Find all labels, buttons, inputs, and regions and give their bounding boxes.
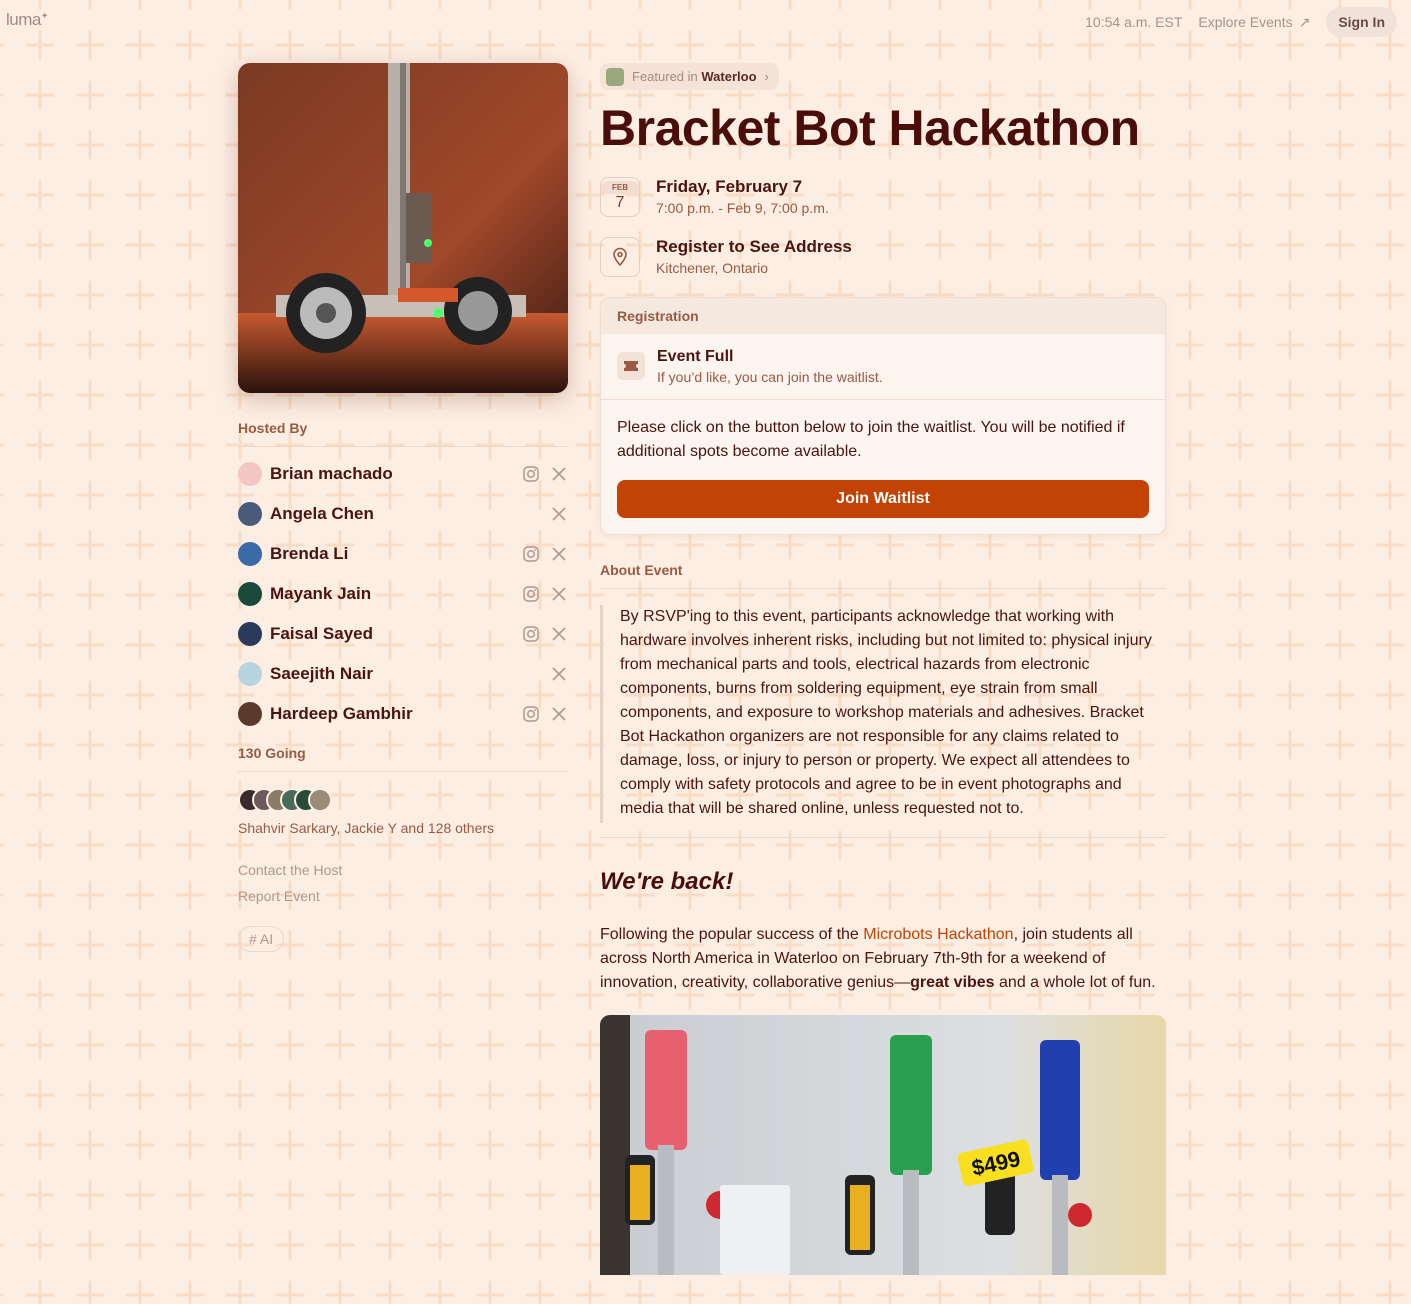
- ticket-icon: [617, 352, 645, 380]
- main-column: Featured in Waterloo › Bracket Bot Hacka…: [600, 63, 1166, 1275]
- instagram-icon[interactable]: [522, 705, 540, 723]
- location-city: Kitchener, Ontario: [656, 260, 769, 276]
- host-row[interactable]: Brian machado: [238, 454, 568, 494]
- arrow-up-right-icon: ↗: [1298, 13, 1311, 30]
- registration-header: Registration: [601, 297, 1165, 334]
- host-name: Mayank Jain: [270, 584, 372, 603]
- tag-ai[interactable]: # AI: [238, 926, 285, 952]
- x-icon[interactable]: [550, 545, 568, 563]
- x-icon[interactable]: [550, 665, 568, 683]
- host-name: Saeejith Nair: [270, 664, 373, 683]
- luma-logo[interactable]: luma✦: [6, 10, 48, 30]
- event-date: Friday, February 7: [656, 177, 803, 196]
- waitlist-instructions: Please click on the button below to join…: [617, 418, 1125, 460]
- event-full-notice: Event Full If you’d like, you can join t…: [601, 334, 1165, 400]
- join-waitlist-button[interactable]: Join Waitlist: [617, 479, 1149, 518]
- avatar: [238, 502, 262, 526]
- host-name: Brian machado: [270, 464, 393, 483]
- current-time: 10:54 a.m. EST: [1085, 14, 1183, 30]
- location-row: Register to See Address Kitchener, Ontar…: [600, 236, 1166, 277]
- contact-host-link[interactable]: Contact the Host: [238, 862, 568, 878]
- host-name: Angela Chen: [270, 504, 374, 523]
- featured-badge[interactable]: Featured in Waterloo ›: [600, 63, 779, 90]
- going-names[interactable]: Shahvir Sarkary, Jackie Y and 128 others: [238, 820, 568, 836]
- x-icon[interactable]: [550, 465, 568, 483]
- avatar: [238, 542, 262, 566]
- instagram-icon[interactable]: [522, 585, 540, 603]
- explore-events-link[interactable]: Explore Events ↗: [1198, 14, 1310, 31]
- avatar: [238, 622, 262, 646]
- microbots-hackathon-link[interactable]: Microbots Hackathon: [863, 926, 1013, 943]
- x-icon[interactable]: [550, 505, 568, 523]
- avatar: [238, 462, 262, 486]
- event-title: Bracket Bot Hackathon: [600, 99, 1140, 156]
- sign-in-button[interactable]: Sign In: [1326, 7, 1397, 37]
- x-icon[interactable]: [550, 585, 568, 603]
- avatar: [238, 702, 262, 726]
- host-row[interactable]: Angela Chen: [238, 494, 568, 534]
- instagram-icon[interactable]: [522, 625, 540, 643]
- event-cover-image: [238, 63, 568, 393]
- about-paragraph: Following the popular success of the Mic…: [600, 925, 1156, 991]
- left-column: Hosted By Brian machado Angela Chen Bren…: [238, 63, 568, 952]
- avatar: [238, 582, 262, 606]
- instagram-icon[interactable]: [522, 465, 540, 483]
- top-bar: luma✦ 10:54 a.m. EST Explore Events ↗ Si…: [0, 0, 1411, 44]
- chevron-right-icon: ›: [764, 69, 769, 84]
- location-title: Register to See Address: [656, 237, 852, 256]
- host-row[interactable]: Hardeep Gambhir: [238, 694, 568, 734]
- attendee-avatars[interactable]: [238, 788, 568, 812]
- host-name: Brenda Li: [270, 544, 349, 563]
- host-row[interactable]: Saeejith Nair: [238, 654, 568, 694]
- location-pin-icon: [600, 236, 640, 277]
- divider: [600, 836, 1166, 838]
- host-name: Faisal Sayed: [270, 624, 374, 643]
- about-heading: We're back!: [600, 867, 734, 895]
- report-event-link[interactable]: Report Event: [238, 888, 568, 904]
- about-event-label: About Event: [600, 562, 1166, 589]
- host-row[interactable]: Mayank Jain: [238, 574, 568, 614]
- disclaimer-quote: By RSVP'ing to this event, participants …: [600, 604, 1166, 823]
- calendar-icon: FEB 7: [600, 176, 640, 217]
- avatar: [308, 788, 332, 812]
- city-icon: [606, 67, 624, 86]
- instagram-icon[interactable]: [522, 545, 540, 563]
- registration-card: Registration Event Full If you’d like, y…: [600, 296, 1166, 535]
- going-count-label: 130 Going: [238, 745, 568, 772]
- event-time: 7:00 p.m. - Feb 9, 7:00 p.m.: [656, 200, 829, 216]
- hosted-by-label: Hosted By: [238, 420, 568, 447]
- host-row[interactable]: Faisal Sayed: [238, 614, 568, 654]
- host-list: Brian machado Angela Chen Brenda Li Maya…: [238, 454, 568, 734]
- host-row[interactable]: Brenda Li: [238, 534, 568, 574]
- robots-photo: $499: [600, 1014, 1166, 1275]
- host-name: Hardeep Gambhir: [270, 704, 413, 723]
- x-icon[interactable]: [550, 705, 568, 723]
- avatar: [238, 662, 262, 686]
- x-icon[interactable]: [550, 625, 568, 643]
- date-row: FEB 7 Friday, February 7 7:00 p.m. - Feb…: [600, 176, 1166, 217]
